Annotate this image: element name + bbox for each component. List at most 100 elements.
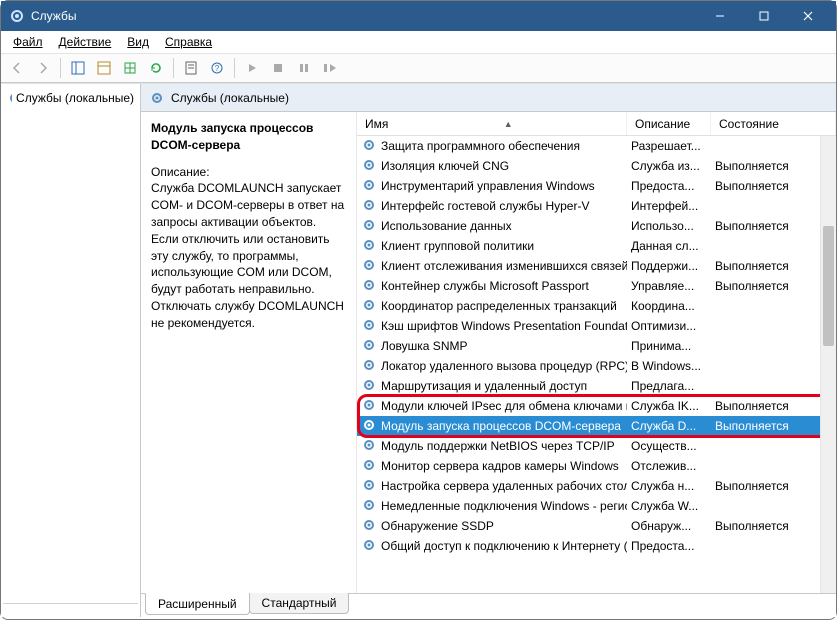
scroll-thumb[interactable] [823, 226, 834, 346]
service-row[interactable]: Изоляция ключей CNGСлужба из...Выполняет… [357, 156, 836, 176]
service-row[interactable]: Модуль поддержки NetBIOS через TCP/IPОсу… [357, 436, 836, 456]
menu-view[interactable]: Вид [119, 32, 157, 52]
gear-icon [361, 337, 377, 356]
gear-icon [361, 357, 377, 376]
column-state[interactable]: Состояние [711, 112, 836, 135]
service-desc-text: Служба W... [627, 499, 711, 513]
service-desc-text: Служба н... [627, 479, 711, 493]
service-row[interactable]: Обнаружение SSDPОбнаруж...Выполняется [357, 516, 836, 536]
service-row[interactable]: Ловушка SNMP Принима... [357, 336, 836, 356]
gear-icon [361, 377, 377, 396]
service-state-text: Выполняется [711, 219, 836, 233]
service-name-text: Изоляция ключей CNG [381, 159, 509, 173]
column-description[interactable]: Описание [627, 112, 711, 135]
service-desc-text: В Windows... [627, 359, 711, 373]
service-name-text: Клиент групповой политики [381, 239, 534, 253]
gear-icon [361, 397, 377, 416]
service-desc-text: Поддержи... [627, 259, 711, 273]
content-header: Службы (локальные) [141, 84, 836, 112]
gear-icon [361, 417, 377, 436]
service-row[interactable]: Клиент отслеживания изменившихся связейП… [357, 256, 836, 276]
service-state-text: Выполняется [711, 159, 836, 173]
maximize-button[interactable] [742, 2, 786, 30]
gear-icon [361, 137, 377, 156]
service-name-text: Защита программного обеспечения [381, 139, 580, 153]
column-name-label: Имя [365, 117, 388, 131]
gear-icon [361, 197, 377, 216]
service-name-text: Модуль запуска процессов DCOM-сервера [381, 419, 621, 433]
service-state-text: Выполняется [711, 479, 836, 493]
restart-service-button[interactable] [318, 56, 342, 80]
service-state-text: Выполняется [711, 419, 836, 433]
svg-text:?: ? [215, 64, 220, 73]
service-row[interactable]: Использование данныхИспользо...Выполняет… [357, 216, 836, 236]
menu-action[interactable]: Действие [51, 32, 120, 52]
window-title: Службы [31, 9, 76, 23]
tab-standard[interactable]: Стандартный [249, 593, 350, 614]
service-desc-text: Принима... [627, 339, 711, 353]
service-row[interactable]: Координатор распределенных транзакцийКоо… [357, 296, 836, 316]
details-pane: Модуль запуска процессов DCOM-сервера Оп… [141, 112, 357, 593]
view-tabs: Расширенный Стандартный [141, 593, 836, 617]
service-row[interactable]: Монитор сервера кадров камеры WindowsОтс… [357, 456, 836, 476]
stop-service-button[interactable] [266, 56, 290, 80]
start-service-button[interactable] [240, 56, 264, 80]
service-row[interactable]: Защита программного обеспеченияРазрешает… [357, 136, 836, 156]
forward-button[interactable] [31, 56, 55, 80]
service-desc-text: Оптимизи... [627, 319, 711, 333]
gear-icon [361, 257, 377, 276]
refresh-button[interactable] [144, 56, 168, 80]
service-name-text: Ловушка SNMP [381, 339, 467, 353]
service-row[interactable]: Настройка сервера удаленных рабочих стол… [357, 476, 836, 496]
service-row[interactable]: Контейнер службы Microsoft PassportУправ… [357, 276, 836, 296]
column-name[interactable]: Имя ▲ [357, 112, 627, 135]
column-headers: Имя ▲ Описание Состояние [357, 112, 836, 136]
service-desc-text: Предоста... [627, 539, 711, 553]
service-row[interactable]: Модуль запуска процессов DCOM-сервераСлу… [357, 416, 836, 436]
minimize-button[interactable] [698, 2, 742, 30]
service-rows[interactable]: Защита программного обеспеченияРазрешает… [357, 136, 836, 593]
service-row[interactable]: Немедленные подключения Windows - регист… [357, 496, 836, 516]
service-desc-text: Отслежив... [627, 459, 711, 473]
service-row[interactable]: Инструментарий управления WindowsПредост… [357, 176, 836, 196]
tree-root-services[interactable]: Службы (локальные) [3, 88, 138, 108]
pause-service-button[interactable] [292, 56, 316, 80]
service-name-text: Использование данных [381, 219, 512, 233]
service-row[interactable]: Клиент групповой политикиДанная сл... [357, 236, 836, 256]
service-row[interactable]: Локатор удаленного вызова процедур (RPC)… [357, 356, 836, 376]
tree-splitter[interactable] [3, 603, 138, 613]
service-name-text: Кэш шрифтов Windows Presentation Foundat… [381, 319, 627, 333]
help-button[interactable]: ? [205, 56, 229, 80]
menu-file[interactable]: Файл [5, 32, 51, 52]
gear-icon [361, 277, 377, 296]
service-row[interactable]: Модули ключей IPsec для обмена ключами в… [357, 396, 836, 416]
service-row[interactable]: Общий доступ к подключению к Интернету (… [357, 536, 836, 556]
service-row[interactable]: Кэш шрифтов Windows Presentation Foundat… [357, 316, 836, 336]
services-list: Имя ▲ Описание Состояние Защита программ… [357, 112, 836, 593]
menu-help[interactable]: Справка [157, 32, 220, 52]
service-name-text: Интерфейс гостевой службы Hyper-V [381, 199, 589, 213]
service-name-text: Модуль поддержки NetBIOS через TCP/IP [381, 439, 615, 453]
service-name-text: Маршрутизация и удаленный доступ [381, 379, 587, 393]
gear-icon [361, 317, 377, 336]
vertical-scrollbar[interactable] [820, 136, 836, 593]
back-button[interactable] [5, 56, 29, 80]
properties-button-1[interactable] [92, 56, 116, 80]
properties-button-2[interactable] [179, 56, 203, 80]
service-row[interactable]: Интерфейс гостевой службы Hyper-VИнтерфе… [357, 196, 836, 216]
app-icon [9, 8, 25, 24]
service-row[interactable]: Маршрутизация и удаленный доступПредлага… [357, 376, 836, 396]
gear-icon [361, 477, 377, 496]
service-name-text: Настройка сервера удаленных рабочих стол… [381, 479, 627, 493]
service-state-text: Выполняется [711, 259, 836, 273]
export-list-button[interactable] [118, 56, 142, 80]
service-name-text: Клиент отслеживания изменившихся связей [381, 259, 627, 273]
show-hide-tree-button[interactable] [66, 56, 90, 80]
column-desc-label: Описание [635, 117, 690, 131]
close-button[interactable] [786, 2, 830, 30]
main-area: Службы (локальные) Службы (локальные) Мо… [1, 83, 836, 617]
tab-extended[interactable]: Расширенный [145, 593, 250, 615]
service-name-text: Обнаружение SSDP [381, 519, 494, 533]
gear-icon [361, 497, 377, 516]
service-state-text: Выполняется [711, 279, 836, 293]
